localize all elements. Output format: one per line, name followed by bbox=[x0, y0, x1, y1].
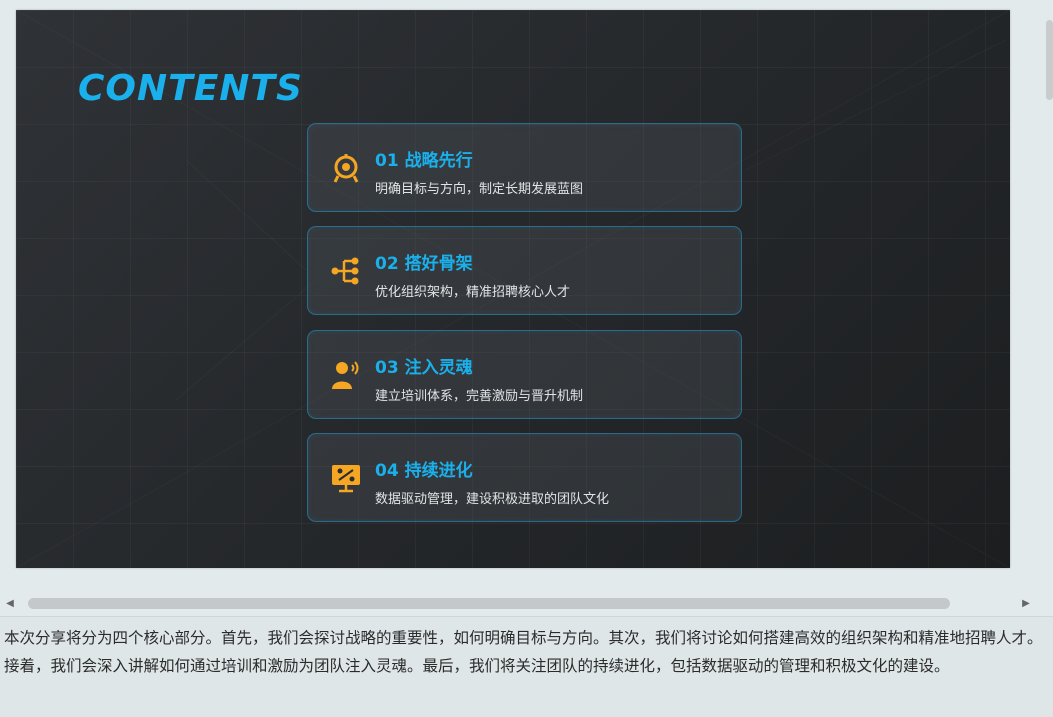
contents-item-heading: 01 战略先行 bbox=[375, 151, 473, 171]
contents-item-desc: 建立培训体系，完善激励与晋升机制 bbox=[375, 389, 584, 404]
contents-item-desc: 数据驱动管理，建设积极进取的团队文化 bbox=[375, 492, 610, 507]
contents-item-desc: 优化组织架构，精准招聘核心人才 bbox=[375, 285, 571, 300]
slide-viewer: CONTENTS 01 战略先行 明确目标与方向，制定长期发展蓝图 02 搭好骨… bbox=[0, 0, 1053, 617]
slide-canvas[interactable]: CONTENTS 01 战略先行 明确目标与方向，制定长期发展蓝图 02 搭好骨… bbox=[16, 10, 1010, 568]
target-icon bbox=[333, 154, 359, 183]
vertical-scrollbar[interactable] bbox=[1046, 20, 1053, 100]
speaker-notes: 本次分享将分为四个核心部分。首先，我们会探讨战略的重要性，如何明确目标与方向。其… bbox=[4, 629, 1043, 675]
contents-item-evolve[interactable]: 04 持续进化 数据驱动管理，建设积极进取的团队文化 bbox=[307, 433, 742, 522]
scroll-right-arrow-icon[interactable]: ▶ bbox=[1019, 597, 1033, 611]
speaker-person-icon bbox=[332, 361, 359, 389]
contents-item-structure[interactable]: 02 搭好骨架 优化组织架构，精准招聘核心人才 bbox=[307, 226, 742, 315]
contents-item-heading: 02 搭好骨架 bbox=[375, 254, 473, 274]
horizontal-scrollbar[interactable]: ◀ ▶ bbox=[0, 594, 1040, 614]
contents-item-heading: 03 注入灵魂 bbox=[375, 358, 473, 378]
contents-item-soul[interactable]: 03 注入灵魂 建立培训体系，完善激励与晋升机制 bbox=[307, 330, 742, 419]
scroll-left-arrow-icon[interactable]: ◀ bbox=[3, 597, 17, 611]
presentation-board-icon bbox=[332, 465, 360, 493]
contents-item-strategy[interactable]: 01 战略先行 明确目标与方向，制定长期发展蓝图 bbox=[307, 123, 742, 212]
contents-item-desc: 明确目标与方向，制定长期发展蓝图 bbox=[375, 182, 584, 197]
contents-item-heading: 04 持续进化 bbox=[375, 461, 473, 481]
org-chart-icon bbox=[331, 257, 359, 285]
divider bbox=[0, 616, 1053, 617]
scroll-thumb[interactable] bbox=[28, 598, 950, 609]
slide-title: CONTENTS bbox=[78, 68, 303, 109]
